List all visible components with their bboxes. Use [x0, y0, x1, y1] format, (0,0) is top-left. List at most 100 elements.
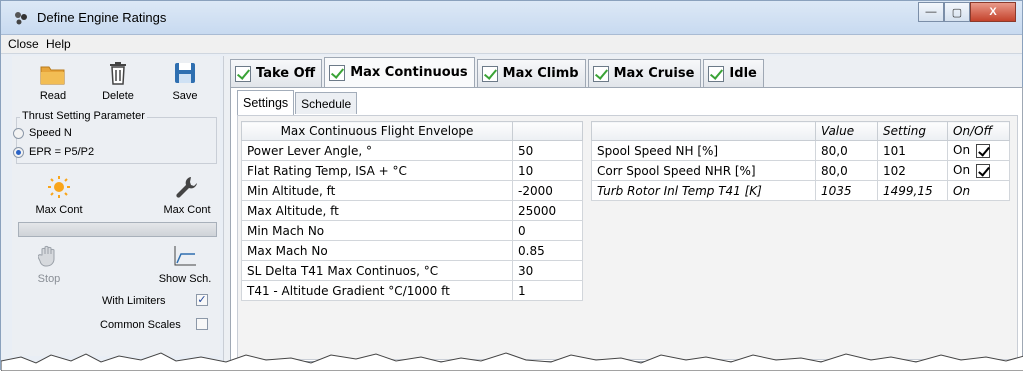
menu-help[interactable]: Help [46, 37, 71, 51]
tab-schedule[interactable]: Schedule [295, 92, 358, 114]
limiter-state: On [953, 143, 971, 158]
tab-take-off[interactable]: Take Off [230, 59, 323, 87]
common-scales-checkbox[interactable] [196, 318, 208, 330]
envelope-header-value [512, 121, 583, 141]
thrust-setting-title: Thrust Setting Parameter [20, 110, 147, 122]
check-icon[interactable] [481, 65, 498, 82]
limiter-value: 80,0 [815, 160, 878, 181]
limiter-checkbox[interactable] [976, 143, 991, 158]
minimize-button[interactable]: — [918, 2, 944, 22]
radio-dot-selected [13, 146, 24, 158]
max-cont-tool-label: Max Cont [163, 204, 211, 216]
save-label: Save [172, 90, 198, 102]
param-label: Max Altitude, ft [241, 200, 513, 221]
menu-close[interactable]: Close [8, 37, 39, 51]
param-value[interactable]: 50 [512, 140, 583, 161]
common-scales-label: Common Scales [100, 319, 181, 331]
wrench-icon [176, 177, 197, 198]
param-label: Power Lever Angle, ° [241, 140, 513, 161]
param-value[interactable]: 0.85 [512, 240, 583, 261]
folder-icon [40, 66, 65, 85]
tab-settings[interactable]: Settings [237, 90, 295, 115]
stop-button[interactable]: Stop [31, 244, 67, 285]
content-area: Take Off Max Continuous Max Climb Max Cr… [223, 56, 1023, 362]
limiter-setting[interactable]: 102 [877, 160, 948, 181]
limiters-header-onoff: On/Off [947, 121, 1010, 141]
tab-max-continuous[interactable]: Max Continuous [324, 57, 475, 87]
radio-epr[interactable]: EPR = P5/P2 [13, 146, 94, 158]
show-schedule-button[interactable]: Show Sch. [156, 244, 214, 285]
table-row: Min Altitude, ft -2000 [241, 180, 583, 201]
app-icon [15, 12, 27, 25]
param-value[interactable]: 30 [512, 260, 583, 281]
param-label: T41 - Altitude Gradient °C/1000 ft [241, 280, 513, 301]
schedule-chart-icon [174, 246, 196, 266]
radio-dot [13, 127, 24, 139]
trash-icon [110, 62, 126, 85]
table-row: Flat Rating Temp, ISA + °C 10 [241, 160, 583, 181]
limiter-state: On [953, 163, 971, 178]
tab-max-cruise[interactable]: Max Cruise [587, 59, 702, 87]
tab-max-continuous-label: Max Continuous [350, 65, 468, 80]
hand-stop-icon [37, 245, 55, 267]
max-cont-tool-button[interactable]: Max Cont [159, 175, 215, 216]
check-icon[interactable] [592, 65, 609, 82]
param-label: Max Mach No [241, 240, 513, 261]
param-value[interactable]: 1 [512, 280, 583, 301]
radio-speed-n-label: Speed N [29, 127, 72, 139]
check-icon[interactable] [708, 65, 725, 82]
tab-take-off-label: Take Off [256, 66, 316, 81]
limiter-onoff-cell: On [947, 180, 1010, 201]
table-row: Turb Rotor Inl Temp T41 [K] 1035 1499,15… [591, 180, 1010, 201]
table-row: Spool Speed NH [%] 80,0 101 On [591, 140, 1010, 161]
rating-panel: Settings Schedule Max Continuous Flight … [230, 87, 1023, 362]
show-schedule-label: Show Sch. [158, 273, 212, 285]
param-value[interactable]: 0 [512, 220, 583, 241]
application-window: Define Engine Ratings — ▢ X Close Help R… [0, 0, 1023, 371]
table-row: Min Mach No 0 [241, 220, 583, 241]
tab-idle-label: Idle [729, 66, 757, 81]
param-label: SL Delta T41 Max Continuos, °C [241, 260, 513, 281]
stop-label: Stop [37, 273, 61, 285]
close-button[interactable]: X [970, 2, 1016, 22]
tab-idle[interactable]: Idle [703, 59, 764, 87]
param-value[interactable]: 25000 [512, 200, 583, 221]
max-cont-run-button[interactable]: Max Cont [29, 175, 89, 216]
limiter-setting: 1499,15 [877, 180, 948, 201]
tab-max-cruise-label: Max Cruise [613, 66, 695, 81]
param-value[interactable]: -2000 [512, 180, 583, 201]
limiter-state: On [953, 183, 971, 198]
title-bar: Define Engine Ratings — ▢ X [1, 1, 1022, 35]
limiter-onoff-cell: On [947, 140, 1010, 161]
progress-bar [18, 222, 217, 237]
limiter-value: 80,0 [815, 140, 878, 161]
read-button[interactable]: Read [38, 63, 68, 102]
sub-tabs: Settings Schedule [237, 90, 358, 115]
limiter-checkbox[interactable] [976, 163, 991, 178]
limiter-setting[interactable]: 101 [877, 140, 948, 161]
limiter-onoff-cell: On [947, 160, 1010, 181]
menu-bar: Close Help [1, 35, 1022, 54]
settings-panel: Max Continuous Flight Envelope Power Lev… [237, 115, 1018, 360]
with-limiters-checkbox[interactable]: ✓ [196, 294, 208, 306]
rating-tabs: Take Off Max Continuous Max Climb Max Cr… [230, 57, 766, 87]
radio-epr-label: EPR = P5/P2 [29, 146, 95, 158]
radio-speed-n[interactable]: Speed N [13, 127, 72, 139]
torn-edge [1, 352, 1023, 371]
param-value[interactable]: 10 [512, 160, 583, 181]
delete-button[interactable]: Delete [100, 61, 136, 102]
maximize-button[interactable]: ▢ [944, 2, 970, 22]
check-icon[interactable] [329, 64, 346, 81]
envelope-header: Max Continuous Flight Envelope [241, 121, 513, 141]
with-limiters-label: With Limiters [102, 295, 166, 307]
param-label: Min Mach No [241, 220, 513, 241]
save-button[interactable]: Save [169, 61, 201, 102]
delete-label: Delete [102, 90, 134, 102]
limiters-table: Value Setting On/Off Spool Speed NH [%] … [591, 121, 1010, 201]
envelope-table: Max Continuous Flight Envelope Power Lev… [241, 121, 583, 301]
floppy-disk-icon [175, 63, 195, 83]
param-label: Min Altitude, ft [241, 180, 513, 201]
tab-max-climb[interactable]: Max Climb [476, 59, 586, 87]
limiter-name: Corr Spool Speed NHR [%] [591, 160, 816, 181]
check-icon[interactable] [235, 65, 251, 82]
